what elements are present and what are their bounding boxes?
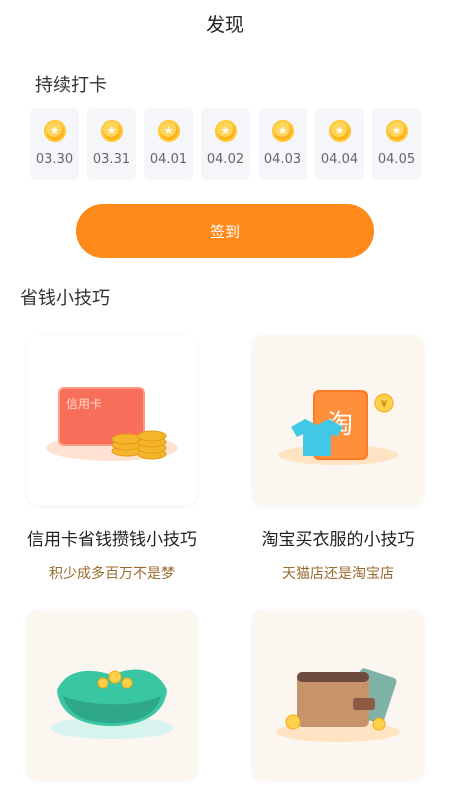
checkin-day[interactable]: 04.05 [372,108,421,180]
wallet-icon [276,668,400,742]
card-image-text: 信用卡 [66,397,102,411]
checkin-day[interactable]: 04.04 [315,108,364,180]
tip-card-taobao[interactable]: 淘 ¥ [253,335,423,505]
checkin-section-title: 持续打卡 [35,75,107,96]
checkin-day[interactable]: 03.31 [87,108,136,180]
tip-card-wallet[interactable] [253,610,423,780]
coin-icon [214,120,237,142]
checkin-day[interactable]: 03.30 [30,108,79,180]
checkin-days: 03.30 03.31 04.01 04.02 04.03 04.04 04.0… [30,108,421,180]
checkin-day[interactable]: 04.03 [258,108,307,180]
coin-icon [157,120,180,142]
page-title: 发现 [205,14,244,36]
tip-card-money-bowl[interactable] [27,610,197,780]
coin-icon [271,120,294,142]
svg-text:¥: ¥ [381,399,387,410]
checkin-day-label: 03.30 [35,152,74,167]
taobao-bag-icon: 淘 ¥ [278,390,398,465]
checkin-day[interactable]: 04.01 [144,108,193,180]
checkin-day-label: 04.03 [263,152,302,167]
coin-icon [43,120,66,142]
checkin-button[interactable]: 签到 [76,204,374,258]
tip-card-credit-card[interactable]: 信用卡 [27,335,197,505]
coin-icon [385,120,408,142]
money-bowl-icon [50,669,174,739]
checkin-day-label: 04.02 [206,152,245,167]
coin-icon [100,120,123,142]
tip-card-subtitle: 积少成多百万不是梦 [49,566,175,582]
checkin-day-label: 04.05 [377,152,416,167]
checkin-day-label: 04.04 [320,152,359,167]
coin-icon [328,120,351,142]
tips-section-title: 省钱小技巧 [20,288,110,309]
checkin-day-label: 04.01 [149,152,188,167]
credit-card-coins-icon: 信用卡 [46,387,178,461]
checkin-day-label: 03.31 [92,152,131,167]
tip-card-title[interactable]: 淘宝买衣服的小技巧 [238,525,438,550]
checkin-day[interactable]: 04.02 [201,108,250,180]
tip-card-subtitle: 天猫店还是淘宝店 [282,566,394,582]
tip-card-title[interactable]: 信用卡省钱攒钱小技巧 [12,525,212,550]
